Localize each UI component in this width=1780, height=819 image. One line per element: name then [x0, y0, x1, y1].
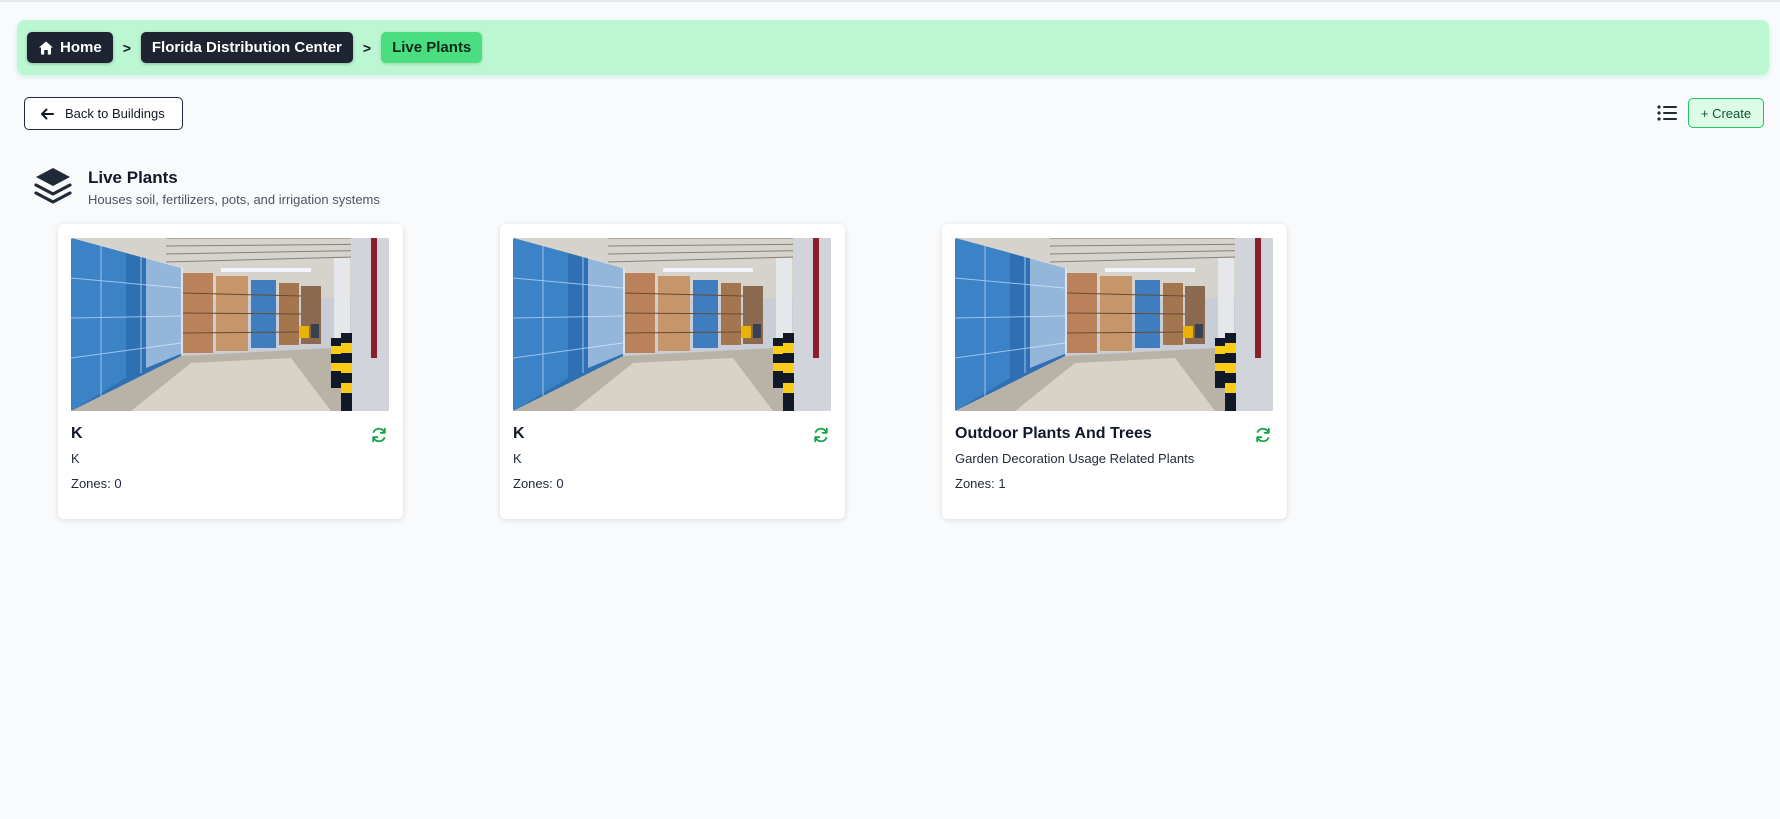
- warehouse-image: [71, 238, 389, 411]
- breadcrumb-home-label: Home: [60, 39, 102, 56]
- warehouse-image: [513, 238, 831, 411]
- breadcrumb-current[interactable]: Live Plants: [381, 32, 483, 63]
- card-subtitle: Garden Decoration Usage Related Plants: [955, 451, 1195, 466]
- section-description: Houses soil, fertilizers, pots, and irri…: [88, 192, 380, 207]
- refresh-icon[interactable]: [812, 426, 830, 444]
- breadcrumb-current-label: Live Plants: [392, 39, 472, 56]
- breadcrumb-home[interactable]: Home: [27, 32, 113, 63]
- layers-icon: [34, 168, 72, 204]
- card-subtitle: K: [71, 451, 80, 466]
- warehouse-image: [955, 238, 1273, 411]
- card-zones: Zones: 1: [955, 476, 1006, 491]
- storage-card[interactable]: K K Zones: 0: [500, 224, 845, 519]
- breadcrumb-separator: >: [122, 39, 131, 56]
- storage-card[interactable]: Outdoor Plants And Trees Garden Decorati…: [942, 224, 1287, 519]
- breadcrumb-building[interactable]: Florida Distribution Center: [140, 32, 353, 63]
- top-divider: [0, 0, 1780, 2]
- list-view-icon[interactable]: [1656, 103, 1678, 123]
- card-title: K: [513, 425, 525, 442]
- breadcrumb: Home > Florida Distribution Center > Liv…: [17, 20, 1769, 75]
- card-subtitle: K: [513, 451, 522, 466]
- card-zones: Zones: 0: [513, 476, 564, 491]
- refresh-icon[interactable]: [1254, 426, 1272, 444]
- breadcrumb-separator: >: [362, 39, 372, 56]
- refresh-icon[interactable]: [370, 426, 388, 444]
- create-button[interactable]: + Create: [1688, 98, 1764, 128]
- back-to-buildings-button[interactable]: Back to Buildings: [24, 97, 183, 130]
- home-icon: [39, 41, 53, 54]
- card-title: K: [71, 425, 83, 442]
- back-button-label: Back to Buildings: [65, 106, 165, 121]
- card-zones: Zones: 0: [71, 476, 122, 491]
- breadcrumb-building-label: Florida Distribution Center: [151, 39, 342, 56]
- arrow-left-icon: [41, 108, 54, 119]
- card-title: Outdoor Plants And Trees: [955, 425, 1152, 442]
- section-title: Live Plants: [88, 168, 178, 187]
- storage-card[interactable]: K K Zones: 0: [58, 224, 403, 519]
